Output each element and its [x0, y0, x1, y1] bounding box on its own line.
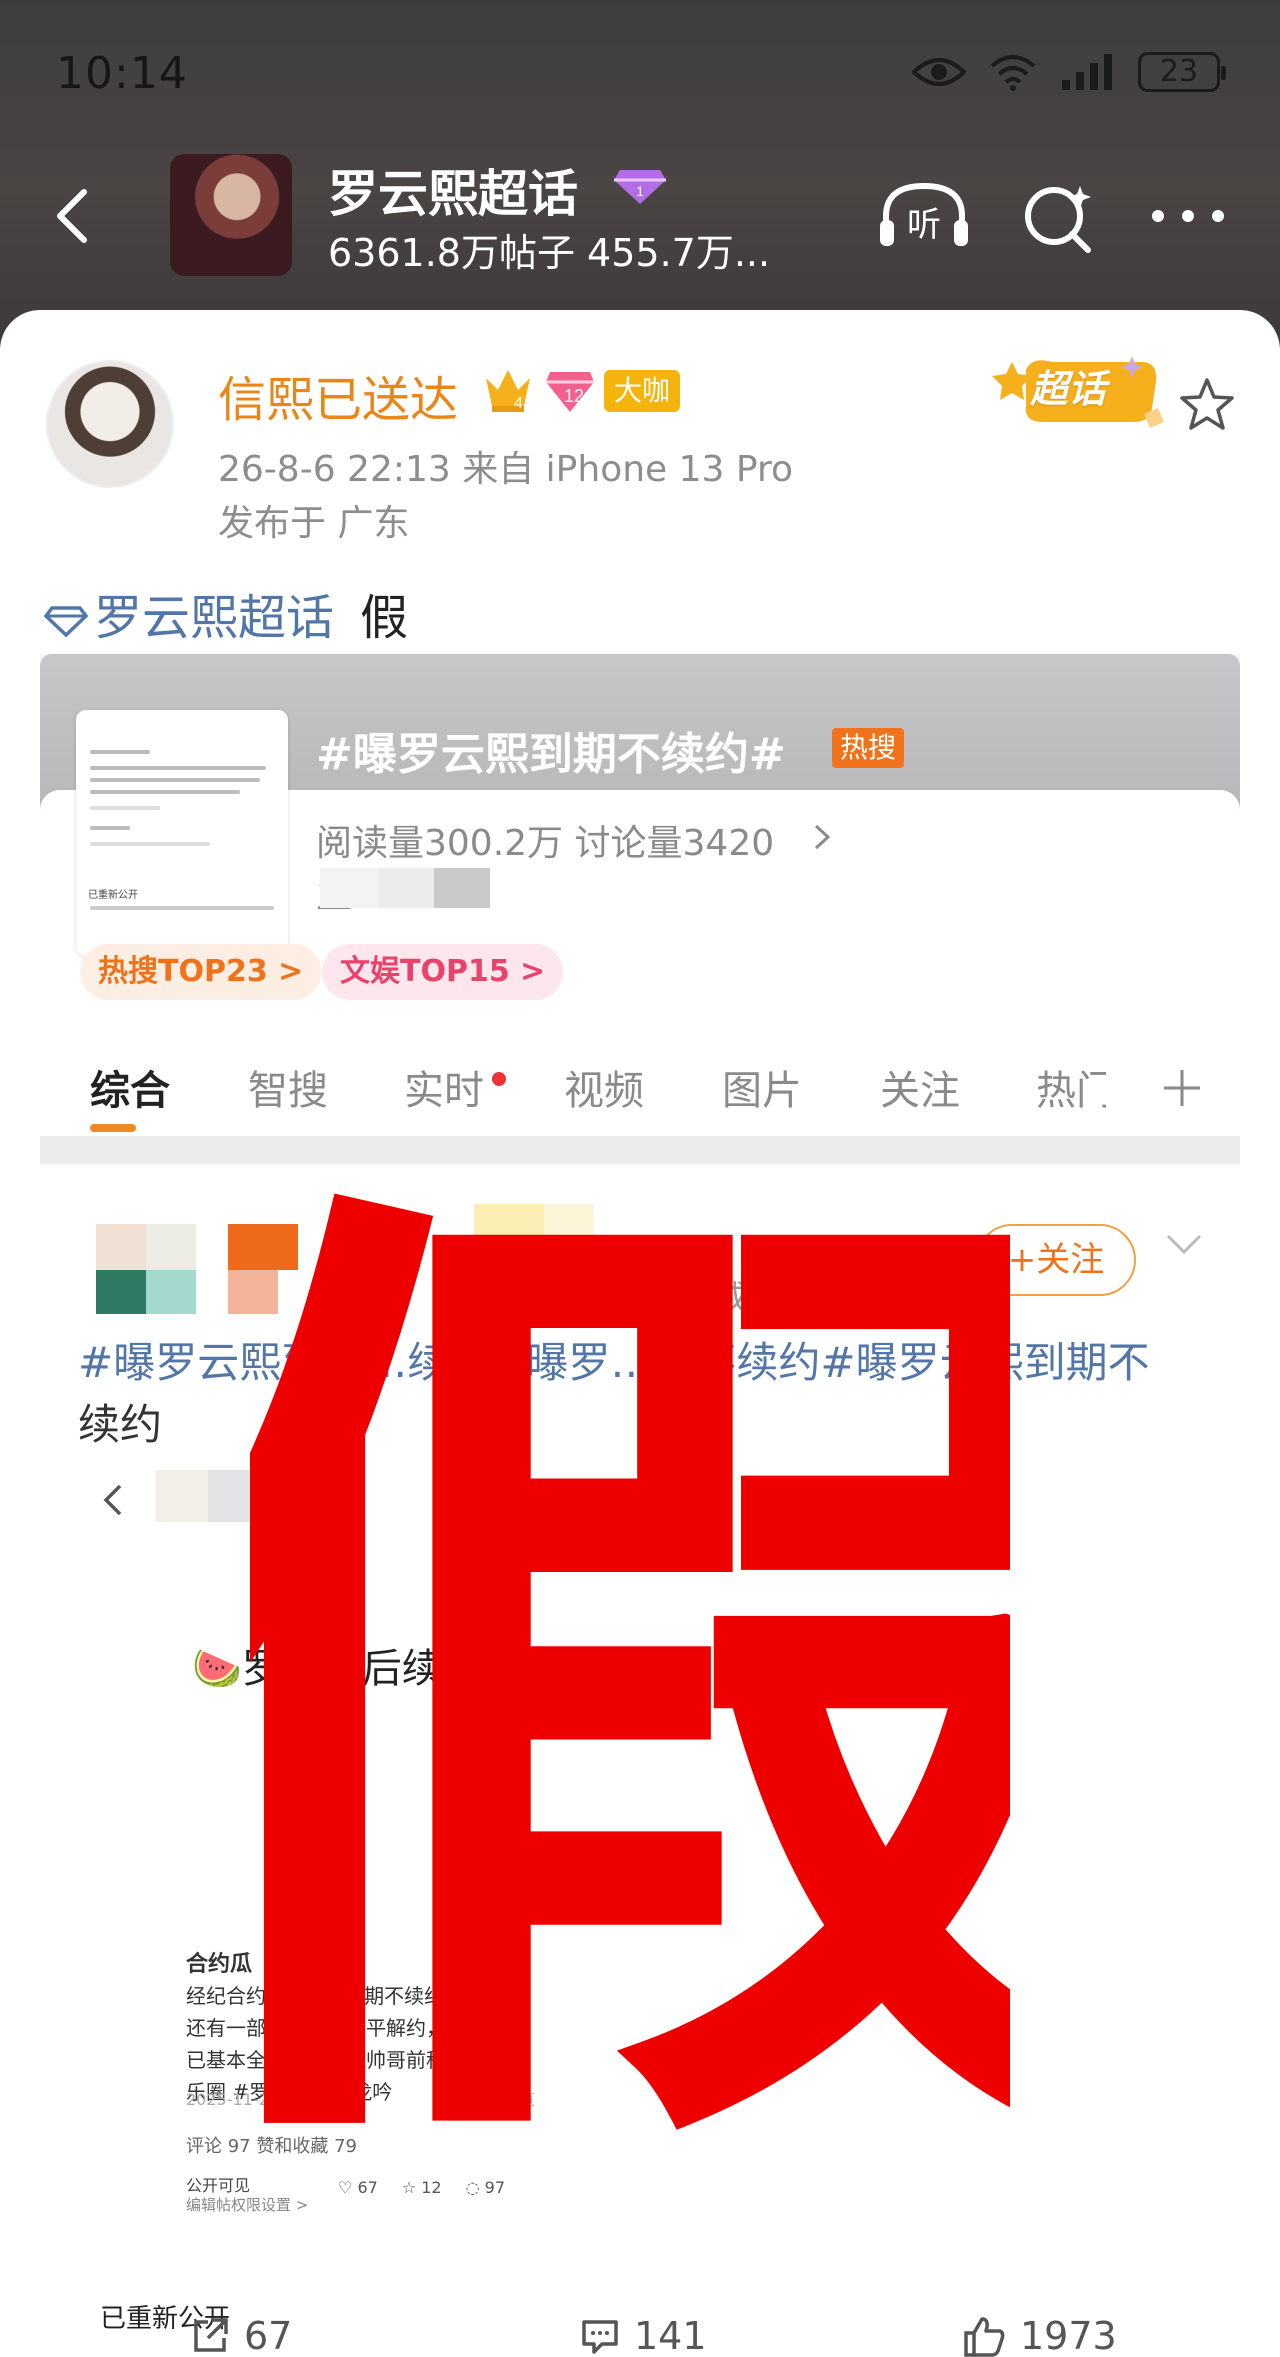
hot-search-title[interactable]: #曝罗云熙到期不续约# [316, 718, 786, 782]
blur-mosaic [378, 868, 434, 908]
more-icon[interactable] [1148, 206, 1228, 226]
blur-mosaic [312, 1470, 364, 1522]
blur-mosaic [474, 1204, 544, 1254]
chevron-right-icon[interactable] [810, 822, 834, 852]
thumbs-up-icon [964, 2317, 1005, 2357]
status-icons: 23 [912, 52, 1226, 92]
section-separator [40, 1136, 1240, 1164]
inner-post: 微博…团成员 +关注 #曝罗云熙到期…续约#曝罗…熙不续约#曝罗云熙到期不 续约… [40, 1164, 1240, 2344]
watermelon-icon: 🍉 [192, 1646, 242, 1692]
battery-icon: 23 [1138, 52, 1226, 92]
eye-icon [912, 58, 966, 86]
crown-badge-icon: 4 [486, 370, 530, 412]
tab-follow[interactable]: 关注 [880, 1058, 960, 1116]
channel-stats: 6361.8万帖子 455.7万... [328, 231, 771, 275]
comment-count: 141 [634, 2314, 707, 2357]
note-screenshot-image[interactable]: 🍉罗云…后续 合约瓜 经纪合约26年7月到期不续约，离开前还有一部剧拍摄，和平解… [174, 1548, 540, 2278]
signal-icon [1062, 54, 1112, 90]
username[interactable]: 信熙已送达 [218, 360, 458, 430]
level-number: 12 [564, 386, 584, 406]
inner-post-tags[interactable]: #曝罗云熙到期…续约#曝罗…熙不续约 [78, 1338, 820, 1387]
member-text: 微博…团成员 [588, 1278, 781, 1316]
topic-link[interactable]: 罗云熙超话 [94, 590, 334, 646]
status-time: 10:14 [56, 48, 188, 99]
blur-mosaic [208, 1470, 260, 1522]
melon-title: 🍉罗云…后续 [192, 1636, 442, 1694]
chevron-down-icon[interactable] [1164, 1232, 1204, 1256]
tab-pictures[interactable]: 图片 [722, 1058, 802, 1116]
topic-thumbnail: 已重新公开 [76, 710, 288, 956]
chaohua-tag-label: 超话 [1030, 367, 1107, 411]
note-fav-count[interactable]: ☆ 12 [402, 2178, 442, 2197]
inner-post-tags-end: 续约 [78, 1400, 163, 1449]
follow-button[interactable]: +关注 [976, 1224, 1136, 1296]
chevron-left-icon[interactable] [102, 1482, 124, 1518]
post-location: 发布于 广东 [218, 503, 410, 544]
read-stats: 阅读量300.2万 讨论量3420 [316, 823, 775, 864]
tab-realtime[interactable]: 实时 [404, 1058, 484, 1116]
melon-text: 罗云…后续 [241, 1646, 442, 1692]
daka-badge: 大咖 [604, 370, 681, 412]
listen-headphone-icon[interactable]: 听 [876, 180, 972, 252]
comment-action[interactable]: 141 [580, 2314, 707, 2357]
share-action[interactable]: 67 [190, 2314, 292, 2357]
realtime-dot [492, 1072, 506, 1086]
user-avatar[interactable] [46, 360, 174, 488]
search-icon[interactable] [1022, 180, 1096, 254]
share-icon [194, 2318, 228, 2352]
tab-video[interactable]: 视频 [564, 1058, 644, 1116]
like-count: 1973 [1020, 2314, 1117, 2357]
note-date: 2025-11-22 广东 [186, 2090, 317, 2109]
note-visibility: 公开可见 [186, 2176, 251, 2195]
inner-post-text: #曝罗云熙到期…续约#曝罗…熙不续约#曝罗云熙到期不 续约 [78, 1332, 1208, 1456]
tab-smart[interactable]: 智搜 [248, 1058, 328, 1116]
post-content: 罗云熙超话假 [44, 578, 408, 648]
blur-mosaic [260, 1470, 312, 1522]
hot-rank-badge[interactable]: 热搜TOP23 > [80, 944, 322, 1000]
note-views: 1371浏览 [462, 2090, 535, 2109]
listen-label: 听 [907, 205, 941, 245]
note-actions: ♡ 67 ☆ 12 ◌ 97 [338, 2178, 505, 2197]
channel-title[interactable]: 罗云熙超话 [328, 154, 578, 226]
add-tab-icon[interactable] [1162, 1068, 1202, 1108]
svg-text:4: 4 [514, 395, 523, 412]
tab-all[interactable]: 综合 [90, 1058, 170, 1116]
svg-text:1: 1 [636, 183, 644, 199]
ent-rank-badge[interactable]: 文娱TOP15 > [322, 944, 564, 1000]
blur-mosaic [544, 1204, 594, 1254]
inner-post-tags-tail[interactable]: #曝罗云熙到期不 [820, 1338, 1149, 1387]
note-comment-count[interactable]: ◌ 97 [466, 2178, 505, 2197]
back-arrow-icon[interactable] [44, 186, 104, 246]
topic-diamond-icon [44, 606, 88, 637]
note-edit-link[interactable]: 编辑帖权限设置 > [186, 2194, 308, 2215]
embedded-screenshot[interactable]: 已重新公开 #曝罗云熙到期不续约# 热搜 阅读量300.2万 讨论量3420 主… [40, 654, 1240, 2344]
favorite-star-icon[interactable] [1178, 376, 1236, 432]
like-action[interactable]: 1973 [962, 2314, 1117, 2357]
share-count: 67 [244, 2314, 293, 2357]
blur-mosaic [156, 1470, 208, 1522]
post-time-device: 26-8-6 22:13 来自 iPhone 13 Pro [218, 449, 793, 490]
channel-avatar[interactable] [170, 154, 292, 276]
level-badge-icon: 12 [546, 372, 594, 412]
post-card: 信熙已送达 4 12 大咖 26-8-6 22:13 来自 iPhone 13 … [0, 310, 1280, 2357]
blur-mosaic [434, 868, 490, 908]
comment-icon [582, 2320, 618, 2354]
note-title: 合约瓜 [186, 1952, 253, 1977]
note-counts: 评论 97 赞和收藏 79 [186, 2136, 357, 2157]
thumbnail-text: 已重新公开 [88, 890, 138, 901]
status-bar: 10:14 23 [0, 0, 1280, 150]
post-text: 假 [360, 590, 409, 646]
channel-header: 罗云熙超话 1 6361.8万帖子 455.7万... 听 [0, 150, 1280, 280]
wifi-icon [990, 55, 1036, 91]
hot-badge: 热搜 [832, 728, 905, 768]
tab-underline [90, 1124, 136, 1132]
note-like-count[interactable]: ♡ 67 [338, 2178, 378, 2197]
diamond-badge-icon: 1 [614, 170, 666, 204]
post-action-bar: 67 141 1973 [0, 2314, 1280, 2357]
mosaic-avatar [96, 1224, 298, 1314]
tab-hot[interactable]: 热门 [1036, 1058, 1106, 1116]
search-tabs: 综合 智搜 实时 视频 图片 关注 热门 [40, 1024, 1240, 1136]
